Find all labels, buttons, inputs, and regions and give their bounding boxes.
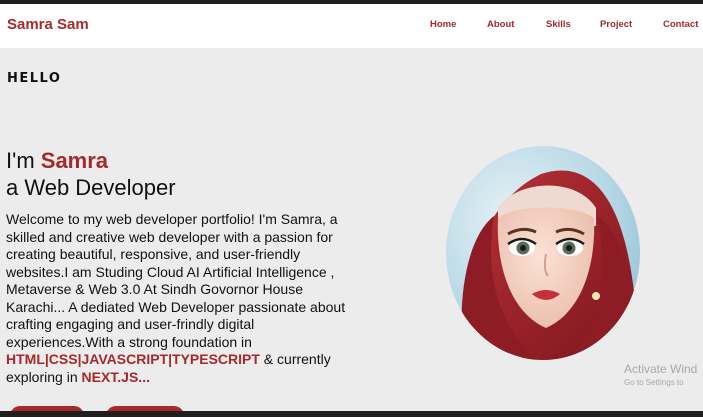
download-cv-button[interactable]: [106, 406, 184, 411]
nav-about[interactable]: About: [487, 19, 514, 30]
hire-me-button[interactable]: [10, 406, 84, 411]
watermark-line-1: Activate Wind: [624, 362, 698, 376]
bio-paragraph: Welcome to my web developer portfolio! I…: [6, 211, 346, 386]
greeting-heading: I'm Samra: [6, 148, 108, 174]
hello-heading: HELLO: [7, 71, 62, 86]
greeting-prefix: I'm: [6, 148, 41, 173]
bio-skills: HTML|CSS|JAVASCRIPT|TYPESCRIPT: [6, 351, 260, 367]
portfolio-page: Samra Sam Home About Skills Project Cont…: [0, 4, 703, 411]
activate-windows-watermark: Activate Wind Go to Settings to: [624, 362, 697, 387]
profile-avatar: [446, 146, 640, 360]
bio-text: Welcome to my web developer portfolio! I…: [6, 211, 346, 350]
navbar: Samra Sam Home About Skills Project Cont…: [0, 4, 703, 48]
bio-next: NEXT.JS...: [81, 368, 150, 385]
role-heading: a Web Developer: [6, 175, 176, 200]
greeting-name: Samra: [40, 148, 109, 173]
nav-project[interactable]: Project: [600, 19, 632, 30]
profile-avatar-illustration: [446, 146, 640, 360]
nav-skills[interactable]: Skills: [546, 19, 571, 30]
nav-home[interactable]: Home: [430, 19, 456, 30]
watermark-line-2: Go to Settings to: [624, 378, 684, 387]
brand-logo[interactable]: Samra Sam: [7, 16, 89, 33]
nav-contact[interactable]: Contact: [663, 19, 698, 30]
